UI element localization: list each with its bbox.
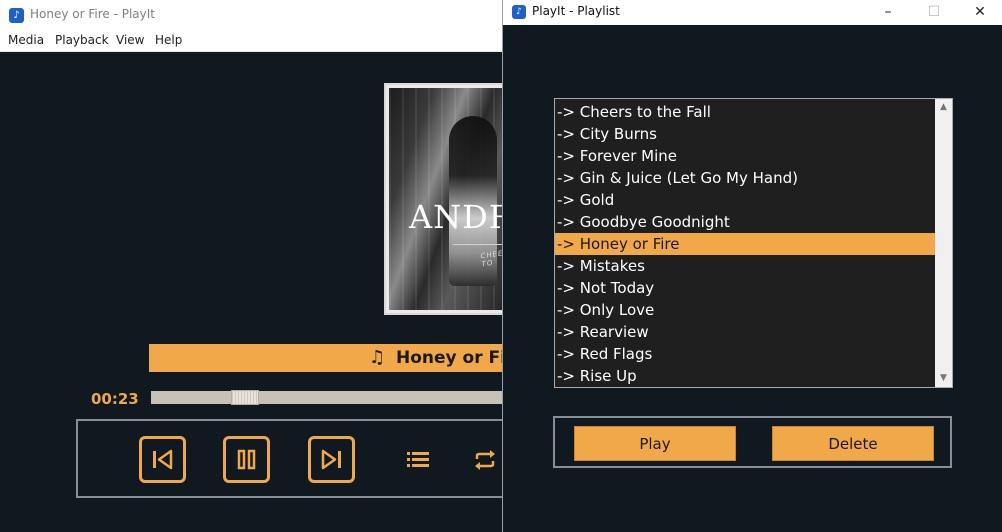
next-icon bbox=[321, 449, 341, 470]
delete-button[interactable]: Delete bbox=[772, 426, 934, 461]
elapsed-time: 00:23 bbox=[91, 390, 139, 408]
playlist-window: ♪ PlayIt - Playlist – ☐ ✕ -> Cheers to t… bbox=[502, 0, 1002, 532]
previous-icon bbox=[153, 449, 173, 470]
play-button[interactable]: Play bbox=[574, 426, 736, 461]
playlist-actions: Play Delete bbox=[553, 416, 952, 468]
playlist-item[interactable]: -> Red Flags bbox=[555, 343, 935, 365]
playlist-item[interactable]: -> Not Today bbox=[555, 277, 935, 299]
player-window: ♪ Honey or Fire - PlayIt Media Playback … bbox=[0, 0, 502, 532]
playlist-item[interactable]: -> Honey or Fire bbox=[555, 233, 935, 255]
pause-icon bbox=[237, 449, 256, 470]
playlist-titlebar[interactable]: ♪ PlayIt - Playlist – ☐ ✕ bbox=[503, 0, 1002, 25]
menu-help[interactable]: Help bbox=[155, 33, 182, 47]
playlist-item[interactable]: -> Only Love bbox=[555, 299, 935, 321]
playlist-items: -> Cheers to the Fall -> City Burns -> For… bbox=[555, 101, 935, 387]
playlist-listbox[interactable]: -> Cheers to the Fall -> City Burns -> For… bbox=[554, 98, 953, 388]
music-note-icon: ♪ bbox=[9, 8, 24, 23]
playlist-item[interactable]: -> City Burns bbox=[555, 123, 935, 145]
seek-bar[interactable] bbox=[151, 390, 502, 405]
playlist-item[interactable]: -> Goodbye Goodnight bbox=[555, 211, 935, 233]
repeat-icon[interactable] bbox=[473, 448, 497, 472]
next-button[interactable] bbox=[308, 436, 355, 483]
album-photo: ANDR CHEERS TO bbox=[389, 88, 502, 310]
album-divider bbox=[453, 244, 502, 245]
playback-controls bbox=[76, 419, 502, 498]
playlist-item[interactable]: -> Mistakes bbox=[555, 255, 935, 277]
player-window-title: Honey or Fire - PlayIt bbox=[30, 7, 156, 21]
playlist-window-title: PlayIt - Playlist bbox=[532, 4, 620, 18]
now-playing-bar: ♫ Honey or Fire bbox=[149, 344, 502, 372]
seek-thumb[interactable] bbox=[231, 390, 259, 405]
playlist-item[interactable]: -> Cheers to the Fall bbox=[555, 101, 935, 123]
music-note-icon: ♪ bbox=[512, 5, 526, 19]
menu-view[interactable]: View bbox=[116, 33, 144, 47]
menu-bar: Media Playback View Help bbox=[0, 31, 502, 52]
now-playing-title: Honey or Fire bbox=[396, 348, 502, 368]
scroll-up-icon[interactable]: ▲ bbox=[935, 99, 952, 116]
playlist-icon[interactable] bbox=[406, 448, 430, 472]
scroll-down-icon[interactable]: ▼ bbox=[935, 370, 952, 387]
playlist-item[interactable]: -> Rearview bbox=[555, 321, 935, 343]
menu-media[interactable]: Media bbox=[8, 33, 44, 47]
pause-button[interactable] bbox=[223, 436, 270, 483]
maximize-button[interactable]: ☐ bbox=[911, 0, 957, 25]
menu-playback[interactable]: Playback bbox=[55, 33, 109, 47]
playlist-item[interactable]: -> Gin & Juice (Let Go My Hand) bbox=[555, 167, 935, 189]
album-artist-text: ANDR bbox=[409, 198, 502, 236]
minimize-button[interactable]: – bbox=[865, 0, 911, 25]
playlist-item[interactable]: -> Gold bbox=[555, 189, 935, 211]
album-art: ANDR CHEERS TO bbox=[384, 83, 502, 315]
previous-button[interactable] bbox=[139, 436, 186, 483]
music-note-icon: ♫ bbox=[369, 347, 386, 368]
playlist-scrollbar[interactable]: ▲ ▼ bbox=[935, 99, 952, 387]
close-button[interactable]: ✕ bbox=[957, 0, 1002, 25]
playlist-item[interactable]: -> Rise Up bbox=[555, 365, 935, 387]
player-titlebar[interactable]: ♪ Honey or Fire - PlayIt bbox=[0, 0, 502, 31]
playlist-item[interactable]: -> Forever Mine bbox=[555, 145, 935, 167]
